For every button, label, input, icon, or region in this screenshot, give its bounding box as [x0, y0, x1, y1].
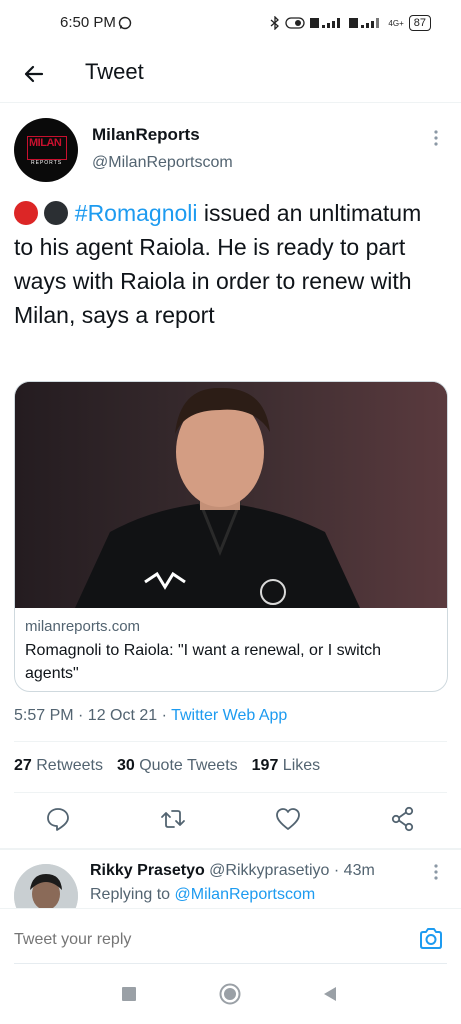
reply-handle-time: @Rikkyprasetiyo · 43m	[204, 862, 375, 879]
tweet-text: #Romagnoli issued an unltimatum to his a…	[14, 196, 444, 332]
replying-to-mention[interactable]: @MilanReportscom	[175, 886, 316, 903]
back-triangle-icon[interactable]	[322, 986, 338, 1002]
reply-more-options-icon[interactable]	[433, 862, 439, 882]
tweet-meta: 5:57 PM · 12 Oct 21 · Twitter Web App	[14, 707, 287, 725]
signal-icon-2	[349, 18, 380, 28]
composer-underline	[14, 963, 447, 964]
tweet-timestamp: 5:57 PM · 12 Oct 21 ·	[14, 707, 172, 724]
card-domain: milanreports.com	[25, 618, 141, 635]
reply-author: Rikky Prasetyo @Rikkyprasetiyo · 43m	[90, 862, 375, 880]
action-bar	[0, 805, 461, 839]
author-name[interactable]: MilanReports	[92, 125, 200, 145]
whatsapp-icon	[118, 16, 132, 30]
bluetooth-icon	[270, 16, 280, 30]
replying-to: Replying to @MilanReportscom	[90, 886, 315, 904]
header: Tweet	[0, 50, 461, 103]
more-options-icon[interactable]	[433, 128, 439, 148]
likes-stat[interactable]: 197 Likes	[252, 757, 321, 775]
share-icon[interactable]	[389, 805, 417, 833]
status-time: 6:50 PM	[60, 14, 116, 31]
divider	[14, 792, 447, 793]
author-avatar[interactable]: MILAN REPORTS	[14, 118, 78, 182]
hashtag-link[interactable]: #Romagnoli	[75, 200, 198, 226]
page-title: Tweet	[85, 59, 144, 84]
recent-apps-icon[interactable]	[121, 986, 137, 1002]
avatar-logo-text: MILAN	[29, 137, 62, 149]
home-icon[interactable]	[219, 983, 241, 1005]
network-type: 4G+	[388, 18, 404, 28]
avatar-logo-subtext: REPORTS	[31, 160, 63, 166]
toggle-icon	[285, 17, 306, 29]
divider	[14, 741, 447, 742]
red-circle-emoji	[14, 201, 38, 225]
divider	[0, 848, 461, 850]
likes-label: Likes	[282, 757, 321, 774]
status-bar: 6:50 PM 4G+ 87	[0, 0, 461, 50]
link-card[interactable]: milanreports.com Romagnoli to Raiola: "I…	[14, 381, 448, 692]
quotes-stat[interactable]: 30 Quote Tweets	[117, 757, 238, 775]
retweets-count: 27	[14, 757, 32, 774]
back-arrow-icon[interactable]	[20, 60, 48, 88]
tweet-source-link[interactable]: Twitter Web App	[171, 707, 287, 724]
signal-icon	[310, 18, 341, 28]
retweet-icon[interactable]	[159, 805, 187, 833]
likes-count: 197	[251, 757, 279, 774]
quotes-count: 30	[116, 757, 135, 774]
reply-composer	[0, 908, 461, 969]
status-icons: 4G+ 87	[270, 15, 431, 31]
reply-input[interactable]	[14, 931, 374, 949]
replying-to-prefix: Replying to	[90, 886, 175, 903]
retweets-label: Retweets	[36, 757, 103, 774]
like-heart-icon[interactable]	[274, 805, 302, 833]
author-handle[interactable]: @MilanReportscom	[92, 154, 233, 172]
card-title: Romagnoli to Raiola: "I want a renewal, …	[25, 642, 382, 682]
system-nav-bar	[0, 968, 461, 1024]
tweet-stats: 27 Retweets 30 Quote Tweets 197 Likes	[14, 757, 320, 775]
reply-author-name[interactable]: Rikky Prasetyo	[90, 862, 205, 879]
battery-indicator: 87	[408, 15, 431, 31]
retweets-stat[interactable]: 27 Retweets	[14, 757, 103, 775]
card-image	[15, 382, 447, 608]
reply-icon[interactable]	[44, 805, 72, 833]
camera-icon[interactable]	[417, 925, 445, 953]
black-circle-emoji	[44, 201, 69, 225]
quotes-label: Quote Tweets	[139, 757, 238, 774]
